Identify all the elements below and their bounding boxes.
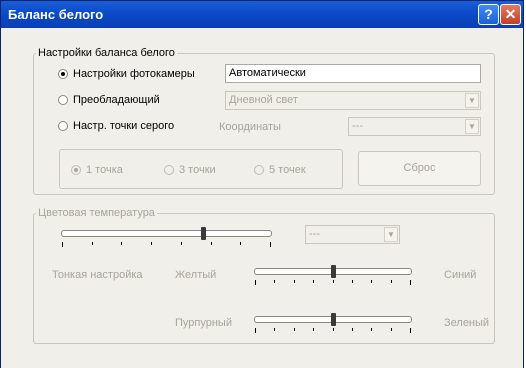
slider-tick xyxy=(313,328,314,331)
one-point-radio[interactable]: 1 точка xyxy=(71,164,123,176)
slider-tick xyxy=(211,242,212,245)
slider-tick xyxy=(62,242,63,247)
radio-indicator xyxy=(254,165,264,175)
slider-tick xyxy=(371,328,372,331)
five-points-radio[interactable]: 5 точек xyxy=(254,164,306,176)
slider-tick xyxy=(391,280,392,283)
color-temp-legend: Цветовая температура xyxy=(38,207,155,219)
slider-tick xyxy=(371,280,372,283)
slider-tick xyxy=(240,242,241,245)
slider-ticks xyxy=(254,280,412,286)
radio-indicator xyxy=(58,95,68,105)
white-balance-dialog: Баланс белого ? ✕ Настройки баланса бело… xyxy=(0,0,524,368)
title-bar[interactable]: Баланс белого ? ✕ xyxy=(1,1,523,28)
slider-ticks xyxy=(61,242,272,248)
dropdown-arrow-icon: ▼ xyxy=(384,227,398,242)
one-point-label: 1 точка xyxy=(86,164,123,176)
radio-indicator xyxy=(58,121,68,131)
yellow-label: Желтый xyxy=(175,269,217,281)
three-points-label: 3 точки xyxy=(179,164,216,176)
slider-tick xyxy=(92,242,93,245)
reset-button[interactable]: Сброс xyxy=(358,151,481,186)
dialog-title: Баланс белого xyxy=(8,7,104,22)
five-points-label: 5 точек xyxy=(269,164,306,176)
radio-indicator xyxy=(58,69,68,79)
slider-tick xyxy=(352,280,353,283)
help-icon: ? xyxy=(484,6,493,22)
dropdown-arrow-icon: ▼ xyxy=(465,119,479,134)
close-button[interactable]: ✕ xyxy=(500,4,521,25)
slider-tick xyxy=(151,242,152,245)
dominant-select-value: Дневной свет xyxy=(229,94,298,106)
slider-tick xyxy=(391,328,392,331)
close-icon: ✕ xyxy=(504,6,517,22)
coordinates-value: --- xyxy=(352,120,363,132)
slider-tick xyxy=(313,280,314,283)
dominant-label: Преобладающий xyxy=(73,94,160,106)
magenta-green-slider[interactable] xyxy=(254,313,412,337)
slider-tick xyxy=(121,242,122,245)
coordinates-select[interactable]: --- ▼ xyxy=(348,117,481,136)
camera-settings-value: Автоматически xyxy=(225,64,481,83)
camera-settings-label: Настройки фотокамеры xyxy=(73,68,195,80)
slider-tick xyxy=(181,242,182,245)
fine-tune-label: Тонкая настройка xyxy=(52,269,143,281)
slider-thumb[interactable] xyxy=(331,265,336,278)
radio-indicator xyxy=(71,165,81,175)
coordinates-label: Координаты xyxy=(219,121,281,133)
green-label: Зеленый xyxy=(444,317,490,329)
dominant-radio[interactable]: Преобладающий xyxy=(58,94,160,106)
slider-tick xyxy=(410,328,411,333)
radio-indicator xyxy=(164,165,174,175)
slider-tick xyxy=(270,242,271,247)
slider-thumb[interactable] xyxy=(201,227,207,240)
slider-tick xyxy=(255,328,256,333)
three-points-radio[interactable]: 3 точки xyxy=(164,164,216,176)
slider-tick xyxy=(333,280,334,283)
slider-tick xyxy=(294,328,295,331)
camera-settings-radio[interactable]: Настройки фотокамеры xyxy=(58,68,195,80)
color-temp-slider[interactable] xyxy=(61,227,272,251)
gray-point-label: Настр. точки серого xyxy=(73,120,175,132)
wb-settings-legend: Настройки баланса белого xyxy=(38,47,175,59)
slider-thumb[interactable] xyxy=(331,313,336,326)
help-button[interactable]: ? xyxy=(478,4,499,25)
slider-tick xyxy=(410,280,411,285)
dominant-select[interactable]: Дневной свет ▼ xyxy=(225,91,481,110)
slider-track xyxy=(61,230,272,237)
color-temp-select[interactable]: --- ▼ xyxy=(305,225,400,244)
color-temp-value: --- xyxy=(309,228,320,240)
gray-point-radio[interactable]: Настр. точки серого xyxy=(58,120,174,132)
dropdown-arrow-icon: ▼ xyxy=(465,93,479,108)
slider-tick xyxy=(352,328,353,331)
magenta-label: Пурпурный xyxy=(175,317,232,329)
slider-tick xyxy=(333,328,334,331)
slider-ticks xyxy=(254,328,412,334)
slider-tick xyxy=(274,328,275,331)
slider-tick xyxy=(274,280,275,283)
slider-tick xyxy=(294,280,295,283)
yellow-blue-slider[interactable] xyxy=(254,265,412,289)
blue-label: Синий xyxy=(444,269,477,281)
slider-tick xyxy=(255,280,256,285)
